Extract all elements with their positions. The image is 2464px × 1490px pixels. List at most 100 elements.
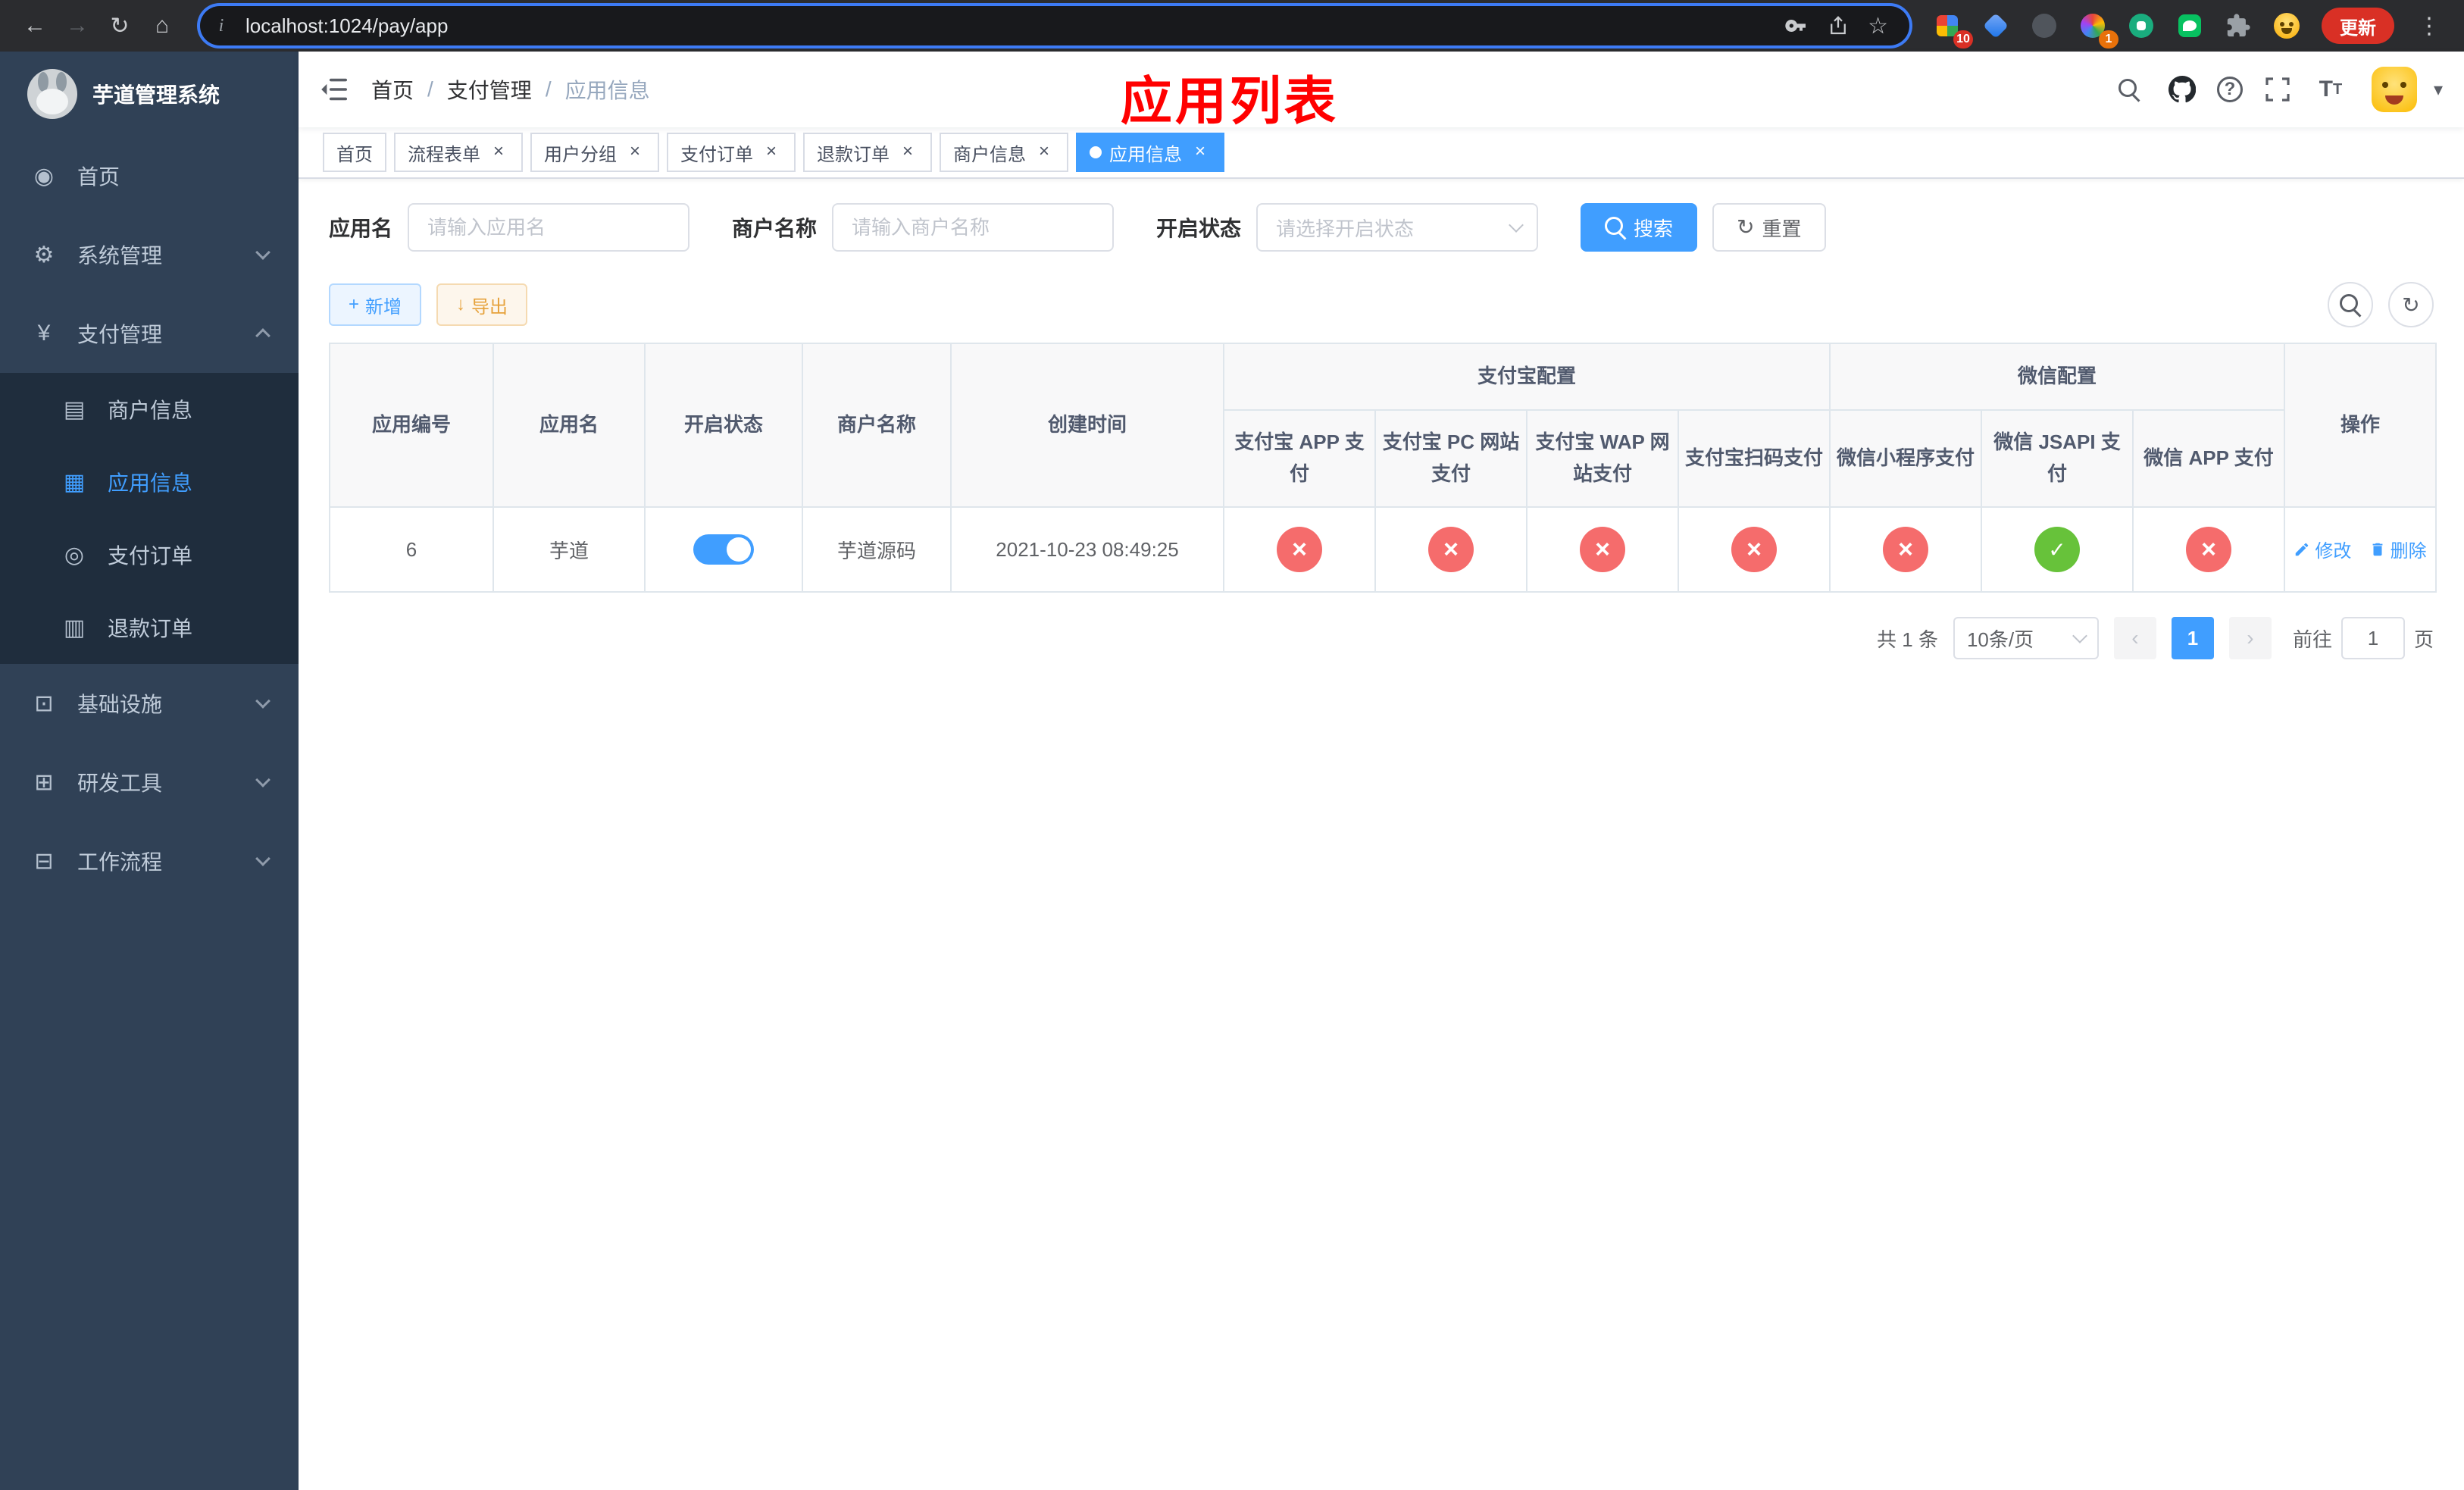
close-icon[interactable]: ×	[1033, 142, 1055, 163]
chevron-down-icon	[255, 693, 270, 709]
reload-icon[interactable]: ↻	[100, 6, 139, 45]
search-button[interactable]: 搜索	[1581, 203, 1698, 252]
sidebar-item-system[interactable]: ⚙ 系统管理	[0, 215, 299, 294]
col-merchant: 商户名称	[802, 343, 952, 508]
extension-grid-icon[interactable]: 10	[1928, 6, 1973, 49]
breadcrumb-separator: /	[545, 77, 552, 101]
browser-update-button[interactable]: 更新	[2322, 8, 2394, 44]
key-icon[interactable]	[1784, 14, 1809, 38]
col-wechat-mini: 微信小程序支付	[1829, 409, 1983, 508]
col-wechat-jsapi: 微信 JSAPI 支付	[1981, 409, 2134, 508]
sidebar-fold-icon[interactable]	[299, 52, 371, 127]
extension-gem-icon[interactable]	[1976, 6, 2015, 45]
tab-refund-order[interactable]: 退款订单 ×	[803, 133, 932, 172]
col-alipay-wap: 支付宝 WAP 网站支付	[1526, 409, 1679, 508]
download-icon: ↓	[456, 294, 466, 315]
gear-icon: ⚙	[33, 242, 55, 268]
breadcrumb-payment[interactable]: 支付管理	[447, 74, 532, 105]
app-title: 芋道管理系统	[92, 83, 220, 107]
menu-label: 支付订单	[108, 544, 193, 568]
user-avatar[interactable]	[2371, 67, 2417, 112]
extension-rainbow-icon[interactable]: 1	[2073, 6, 2118, 49]
sidebar-item-infrastructure[interactable]: ⊡ 基础设施	[0, 664, 299, 743]
export-button[interactable]: ↓ 导出	[436, 283, 528, 326]
menu-label: 支付管理	[77, 323, 163, 346]
tab-app-info[interactable]: 应用信息 ×	[1076, 133, 1224, 172]
plus-icon: +	[349, 294, 360, 315]
fullscreen-icon[interactable]	[2259, 71, 2296, 108]
close-icon[interactable]: ×	[1190, 142, 1211, 163]
help-icon[interactable]: ?	[2216, 77, 2243, 102]
menu-label: 应用信息	[108, 471, 193, 495]
merchant-name-input[interactable]	[832, 203, 1115, 252]
bookmark-star-icon[interactable]: ☆	[1868, 13, 1888, 39]
monitor-icon: ⊡	[34, 690, 54, 716]
address-bar[interactable]: i localhost:1024/pay/app ☆	[200, 6, 1909, 45]
alipay-pc-status-icon	[1428, 527, 1474, 572]
sidebar-item-payment[interactable]: ¥ 支付管理	[0, 294, 299, 373]
back-icon[interactable]: ←	[15, 6, 55, 45]
sidebar-item-app-info[interactable]: ▦ 应用信息	[0, 446, 299, 518]
page-size-select[interactable]: 10条/页	[1953, 617, 2099, 659]
screen: ← → ↻ ⌂ i localhost:1024/pay/app ☆ 10 1 …	[0, 0, 2464, 1490]
status-select[interactable]: 请选择开启状态	[1256, 203, 1539, 252]
close-icon[interactable]: ×	[897, 142, 918, 163]
sidebar-item-home[interactable]: ◉ 首页	[0, 136, 299, 215]
browser-profile-avatar[interactable]	[2267, 6, 2306, 45]
search-icon[interactable]	[2111, 71, 2147, 108]
grid-app-icon: ▦	[63, 469, 86, 495]
sidebar-item-workflow[interactable]: ⊟ 工作流程	[0, 822, 299, 900]
table-row: 6 芋道 芋道源码 2021-10-23 08:49:25 × × × × × …	[329, 506, 2437, 593]
cell-created: 2021-10-23 08:49:25	[950, 506, 1224, 593]
prev-page-button[interactable]: ‹	[2113, 617, 2156, 659]
tab-process-form[interactable]: 流程表单 ×	[394, 133, 523, 172]
extension-dark-circle-icon[interactable]	[2025, 6, 2064, 45]
goto-suffix: 页	[2413, 628, 2434, 651]
extension-chat-icon[interactable]	[2170, 6, 2209, 45]
workflow-icon: ⊟	[34, 848, 54, 874]
app-name-input[interactable]	[408, 203, 690, 252]
chat-icon	[2178, 14, 2201, 37]
delete-link[interactable]: 删除	[2369, 536, 2427, 562]
tab-payment-order[interactable]: 支付订单 ×	[667, 133, 796, 172]
status-toggle[interactable]	[693, 534, 754, 565]
forward-icon[interactable]: →	[58, 6, 97, 45]
browser-menu-icon[interactable]: ⋮	[2409, 6, 2449, 45]
share-icon[interactable]	[1827, 14, 1850, 37]
page-1-button[interactable]: 1	[2171, 617, 2214, 659]
refresh-table-button[interactable]: ↻	[2388, 282, 2434, 327]
home-icon[interactable]: ⌂	[142, 6, 182, 45]
reset-button[interactable]: ↻ 重置	[1712, 203, 1826, 252]
extension-green-circle-icon[interactable]	[2122, 6, 2161, 45]
font-size-icon[interactable]: TT	[2312, 71, 2349, 108]
toolbox-icon: ⊞	[34, 769, 54, 795]
site-info-icon[interactable]: i	[206, 11, 236, 41]
caret-down-icon[interactable]: ▾	[2434, 79, 2443, 101]
close-icon[interactable]: ×	[624, 142, 646, 163]
tab-home[interactable]: 首页	[323, 133, 386, 172]
close-icon[interactable]: ×	[761, 142, 782, 163]
add-button[interactable]: + 新增	[329, 283, 422, 326]
sidebar-item-merchant-info[interactable]: ▤ 商户信息	[0, 373, 299, 446]
sidebar-item-devtools[interactable]: ⊞ 研发工具	[0, 743, 299, 822]
col-actions: 操作	[2284, 343, 2437, 508]
next-page-button[interactable]: ›	[2228, 617, 2272, 659]
app-logo[interactable]: 芋道管理系统	[0, 52, 299, 136]
tab-merchant-info[interactable]: 商户信息 ×	[940, 133, 1068, 172]
breadcrumb: 首页 / 支付管理 / 应用信息	[371, 74, 650, 105]
close-icon[interactable]: ×	[488, 142, 509, 163]
goto-page-input[interactable]	[2340, 617, 2405, 659]
sidebar-item-refund-order[interactable]: ▥ 退款订单	[0, 591, 299, 664]
page-annotation: 应用列表	[1120, 73, 1339, 130]
sidebar: 芋道管理系统 ◉ 首页 ⚙ 系统管理 ¥ 支付管理 ▤ 商户信息 ▦ 应用信息 …	[0, 52, 299, 1490]
extensions-puzzle-icon[interactable]	[2219, 6, 2258, 45]
wechat-jsapi-status-icon	[2034, 527, 2081, 572]
github-icon[interactable]	[2164, 71, 2200, 108]
toggle-search-button[interactable]	[2328, 282, 2373, 327]
tab-user-group[interactable]: 用户分组 ×	[530, 133, 659, 172]
breadcrumb-home[interactable]: 首页	[371, 74, 414, 105]
dashboard-icon: ◉	[33, 163, 55, 189]
sidebar-item-payment-order[interactable]: ◎ 支付订单	[0, 518, 299, 591]
edit-link[interactable]: 修改	[2294, 536, 2351, 562]
credit-card-icon: ▤	[63, 396, 86, 422]
